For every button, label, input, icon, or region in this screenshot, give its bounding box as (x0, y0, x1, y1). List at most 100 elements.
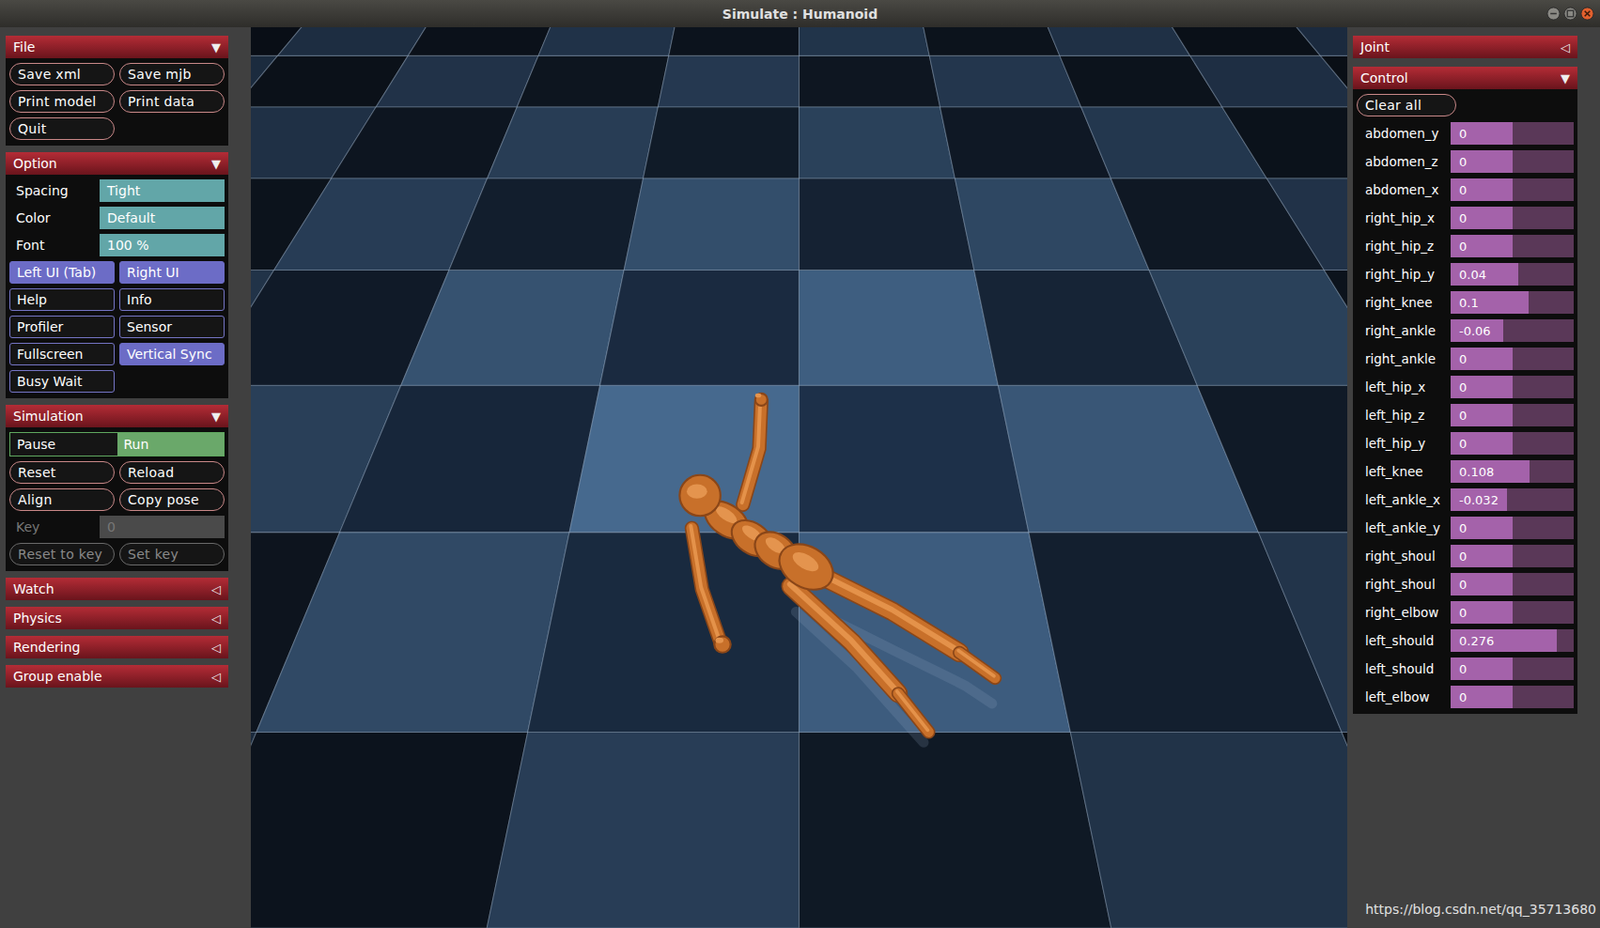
slider-label: right_hip_z (1356, 238, 1451, 254)
section-header[interactable]: Control▼ (1352, 66, 1578, 90)
file-button[interactable]: Quit (9, 117, 115, 140)
file-button[interactable]: Save xml (9, 62, 115, 86)
slider-label: abdomen_x (1356, 182, 1451, 198)
section-header[interactable]: Option▼ (5, 152, 229, 175)
control-slider-row: right_knee0.1 (1356, 291, 1574, 314)
slider-track[interactable]: 0.276 (1450, 629, 1574, 653)
run-mode-option[interactable]: Run (117, 433, 225, 456)
slider-track[interactable]: 0 (1450, 432, 1574, 455)
close-icon[interactable] (1580, 6, 1595, 21)
slider-track[interactable]: 0 (1450, 206, 1574, 230)
slider-track[interactable]: -0.06 (1450, 319, 1574, 342)
minimize-icon[interactable] (1546, 6, 1561, 21)
slider-track[interactable]: 0 (1450, 347, 1574, 371)
option-value[interactable]: 100 % (99, 233, 225, 257)
section-arrow-icon[interactable]: ◁ (211, 611, 221, 626)
section-arrow-icon[interactable]: ▼ (211, 409, 221, 424)
section-arrow-icon[interactable]: ▼ (211, 40, 221, 55)
section-header[interactable]: Watch ◁ (5, 577, 229, 601)
window-title: Simulate : Humanoid (722, 6, 878, 22)
slider-track[interactable]: 0 (1450, 150, 1574, 173)
section-header[interactable]: Joint◁ (1352, 35, 1578, 59)
section-header[interactable]: Simulation ▼ (5, 404, 229, 428)
key-field: 0 (99, 515, 225, 539)
section-header[interactable]: Physics ◁ (5, 606, 229, 630)
control-slider-row: left_ankle_y0 (1356, 516, 1574, 540)
maximize-icon[interactable] (1563, 6, 1578, 21)
option-label: Font (9, 237, 95, 253)
slider-reading: 0 (1450, 155, 1467, 170)
option-toggle[interactable]: Fullscreen (9, 342, 115, 366)
option-section: Option▼SpacingTightColorDefaultFont100 %… (5, 152, 229, 399)
run-mode-option[interactable]: Pause (10, 433, 118, 456)
slider-track[interactable]: 0 (1450, 657, 1574, 681)
section-header[interactable]: Rendering◁ (5, 636, 229, 659)
slider-label: right_ankle (1356, 351, 1451, 367)
slider-label: abdomen_z (1356, 154, 1451, 170)
file-button[interactable]: Print data (119, 90, 225, 113)
slider-track[interactable]: 0 (1450, 375, 1574, 399)
slider-track[interactable]: 0.1 (1450, 291, 1574, 314)
option-toggle[interactable]: Info (119, 288, 225, 311)
slider-label: right_hip_y (1356, 266, 1451, 282)
3d-viewport[interactable] (250, 27, 1348, 928)
slider-track[interactable]: -0.032 (1450, 488, 1574, 512)
control-slider-row: left_hip_x0 (1356, 375, 1574, 399)
slider-label: right_ankle (1356, 323, 1451, 339)
slider-track[interactable]: 0 (1450, 573, 1574, 596)
section-header[interactable]: Group enable ◁ (5, 665, 229, 688)
option-label: Color (9, 210, 95, 226)
option-toggle[interactable]: Vertical Sync (119, 342, 225, 366)
section-arrow-icon[interactable]: ◁ (211, 669, 221, 684)
right-panel: Joint◁Control▼Clear allabdomen_y0abdomen… (1347, 27, 1600, 928)
simulation-button[interactable]: Reload (119, 461, 225, 484)
slider-track[interactable]: 0 (1450, 178, 1574, 202)
slider-label: left_hip_x (1356, 379, 1451, 395)
simulation-body: PauseRunResetReloadAlignCopy poseKey0Res… (5, 427, 229, 572)
slider-label: right_elbow (1356, 605, 1451, 621)
option-toggle[interactable]: Left UI (Tab) (9, 261, 115, 284)
slider-track[interactable]: 0 (1450, 403, 1574, 427)
title-bar: Simulate : Humanoid (0, 0, 1600, 28)
simulation-button[interactable]: Reset (9, 461, 115, 484)
slider-track[interactable]: 0.108 (1450, 460, 1574, 483)
option-toggle[interactable]: Sensor (119, 315, 225, 339)
key-button: Set key (119, 543, 225, 566)
slider-track[interactable]: 0 (1450, 516, 1574, 540)
slider-track[interactable]: 0 (1450, 601, 1574, 624)
checker-floor (250, 27, 1348, 928)
section-title: Physics (13, 610, 63, 626)
slider-track[interactable]: 0.04 (1450, 263, 1574, 286)
slider-label: left_ankle_y (1356, 520, 1451, 536)
option-value[interactable]: Default (99, 206, 225, 230)
collapsed-section: Watch ◁ (5, 577, 229, 601)
option-toggle[interactable]: Right UI (119, 261, 225, 284)
section-title: Group enable (13, 668, 103, 684)
file-button[interactable]: Print model (9, 90, 115, 113)
option-toggle[interactable]: Busy Wait (9, 370, 115, 393)
section-arrow-icon[interactable]: ◁ (211, 640, 221, 655)
slider-label: left_knee (1356, 464, 1451, 480)
option-toggle[interactable]: Profiler (9, 315, 115, 339)
collapsed-section: Group enable ◁ (5, 665, 229, 688)
section-title: Watch (13, 581, 55, 597)
section-arrow-icon[interactable]: ▼ (211, 156, 221, 171)
section-arrow-icon[interactable]: ◁ (1560, 40, 1570, 55)
simulation-button[interactable]: Align (9, 488, 115, 512)
file-button[interactable]: Save mjb (119, 62, 225, 86)
option-value[interactable]: Tight (99, 179, 225, 202)
section-title: Simulation (13, 408, 84, 424)
slider-track[interactable]: 0 (1450, 122, 1574, 145)
option-toggle[interactable]: Help (9, 288, 115, 311)
clear-all-button[interactable]: Clear all (1356, 93, 1457, 117)
slider-label: right_shoul (1356, 548, 1451, 564)
slider-track[interactable]: 0 (1450, 234, 1574, 258)
simulation-button[interactable]: Copy pose (119, 488, 225, 512)
section-arrow-icon[interactable]: ▼ (1560, 71, 1570, 86)
slider-label: left_ankle_x (1356, 492, 1451, 508)
slider-track[interactable]: 0 (1450, 544, 1574, 568)
control-slider-row: left_knee0.108 (1356, 460, 1574, 483)
section-header[interactable]: File▼ (5, 35, 229, 59)
section-arrow-icon[interactable]: ◁ (211, 582, 221, 597)
slider-track[interactable]: 0 (1450, 685, 1574, 709)
